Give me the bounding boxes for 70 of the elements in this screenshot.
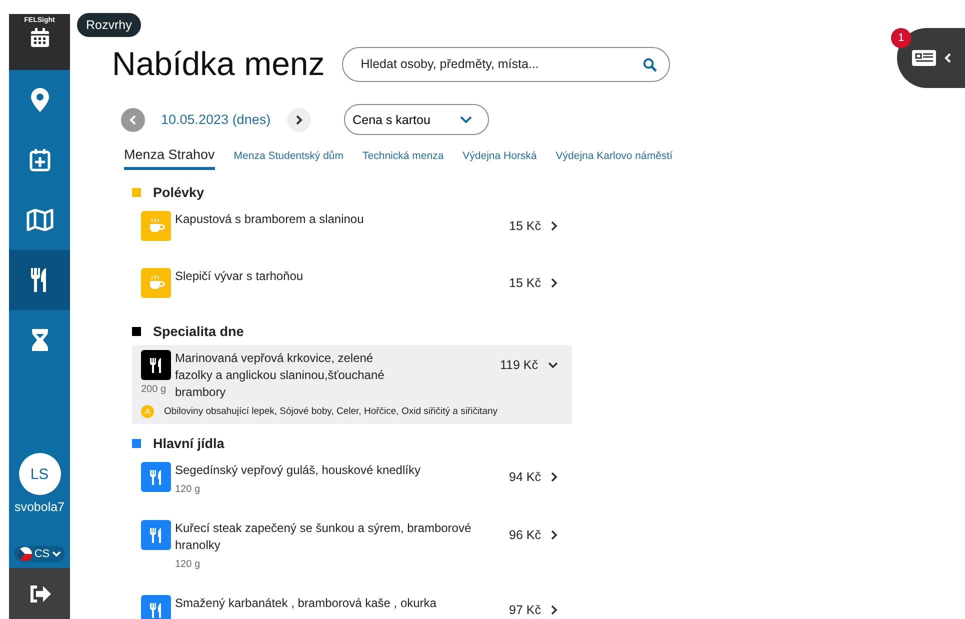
chevron-right-icon [551, 605, 558, 615]
category-heading: Hlavní jídla [153, 436, 224, 451]
fork-knife-icon [141, 462, 171, 492]
allergen-badge: A [141, 405, 154, 418]
price-select[interactable]: Cena s kartou [344, 104, 489, 135]
menu-item[interactable]: 200 g Marinovaná vepřová krkovice, zelené fazolky a anglickou slaninou,šťouchané brambory 119 Kč A Obiloviny obsahující lepek, Sójové boby, Celer, Hořčice, Oxid siřičitý a siřičitany [132, 345, 572, 424]
chevron-right-icon [551, 221, 558, 231]
price-label: 15 Kč [509, 276, 541, 290]
next-day-button[interactable] [286, 108, 311, 132]
weight-label: 200 g [141, 384, 168, 395]
notification-badge: 1 [891, 28, 911, 48]
chevron-left-icon [129, 114, 137, 124]
menu-item[interactable]: Kuřecí steak zapečený se šunkou a sýrem, bramborové hranolky 120 g 96 Kč [132, 515, 572, 579]
tab[interactable]: Výdejna Karlovo náměstí [556, 150, 673, 170]
price-label: 97 Kč [509, 603, 541, 617]
calendar-plus-icon [28, 148, 50, 172]
news-panel-toggle[interactable] [897, 28, 965, 88]
language-select[interactable]: CS [14, 546, 65, 562]
search-icon[interactable] [642, 58, 657, 72]
dish-name: Segedínský vepřový guláš, houskové knedlíky [175, 462, 422, 479]
logout-icon [28, 584, 52, 604]
tooltip: Rozvrhy [77, 13, 141, 37]
category-heading: Polévky [153, 185, 204, 200]
previous-day-button[interactable] [121, 108, 145, 132]
dish-name: Kapustová s bramborem a slaninou [175, 211, 365, 228]
allergen-list: Obiloviny obsahující lepek, Sójové boby, Celer, Hořčice, Oxid siřičitý a siřičitany [164, 406, 498, 417]
fork-knife-icon [141, 520, 171, 550]
dish-name: Slepičí vývar s tarhoňou [175, 268, 304, 285]
fork-knife-icon [141, 350, 171, 380]
tab[interactable]: Menza Studentský dům [234, 150, 344, 170]
tab[interactable]: Menza Strahov [124, 147, 215, 170]
chevron-right-icon [551, 472, 558, 482]
dish-name: Marinovaná vepřová krkovice, zelené fazolky a anglickou slaninou,šťouchané brambory [175, 350, 386, 401]
tab[interactable]: Technická menza [362, 150, 444, 170]
location-pin-icon [30, 88, 48, 112]
username: svobola7 [14, 500, 65, 514]
cup-icon [141, 211, 171, 241]
calendar-icon[interactable] [28, 27, 50, 49]
tab[interactable]: Výdejna Horská [462, 150, 537, 170]
dish-name: Smažený karbanátek , bramborová kaše , okurka [175, 595, 438, 612]
menu-item[interactable]: Segedínský vepřový guláš, houskové knedlíky 120 g 94 Kč [132, 457, 572, 504]
price-label: 119 Kč [500, 358, 538, 372]
chevron-down-icon [52, 551, 61, 557]
newspaper-icon [911, 49, 937, 67]
page-title: Nabídka menz [112, 45, 325, 83]
user-avatar[interactable]: LS [18, 453, 60, 495]
chevron-right-icon [551, 530, 558, 540]
category-heading: Specialita dne [153, 324, 244, 339]
chevron-left-icon [944, 53, 951, 63]
menu-item[interactable]: Slepičí vývar s tarhoňou 15 Kč [132, 263, 572, 309]
hourglass-icon [30, 328, 48, 352]
chevron-right-icon [294, 114, 303, 124]
czech-flag-icon [18, 547, 32, 561]
nav-item[interactable] [9, 250, 70, 310]
menu-item[interactable]: Kapustová s bramborem a slaninou 15 Kč [132, 206, 572, 252]
cup-icon [141, 268, 171, 298]
chevron-down-icon [548, 362, 558, 369]
menu-item[interactable]: Smažený karbanátek , bramborová kaše , okurka 97 Kč [132, 590, 572, 619]
price-label: 96 Kč [509, 528, 541, 542]
weight-label: 120 g [175, 558, 202, 572]
dish-name: Kuřecí steak zapečený se šunkou a sýrem, bramborové hranolky [175, 520, 472, 554]
price-label: 15 Kč [509, 219, 541, 233]
search-field[interactable]: Hledat osoby, předměty, místa... [342, 46, 670, 82]
chevron-right-icon [551, 278, 558, 288]
map-icon [26, 209, 54, 231]
chevron-down-icon [460, 116, 472, 124]
price-label: 94 Kč [509, 470, 541, 484]
weight-label: 120 g [175, 483, 202, 497]
logout-button[interactable] [9, 568, 70, 619]
date-label: 10.05.2023 (dnes) [161, 112, 271, 127]
